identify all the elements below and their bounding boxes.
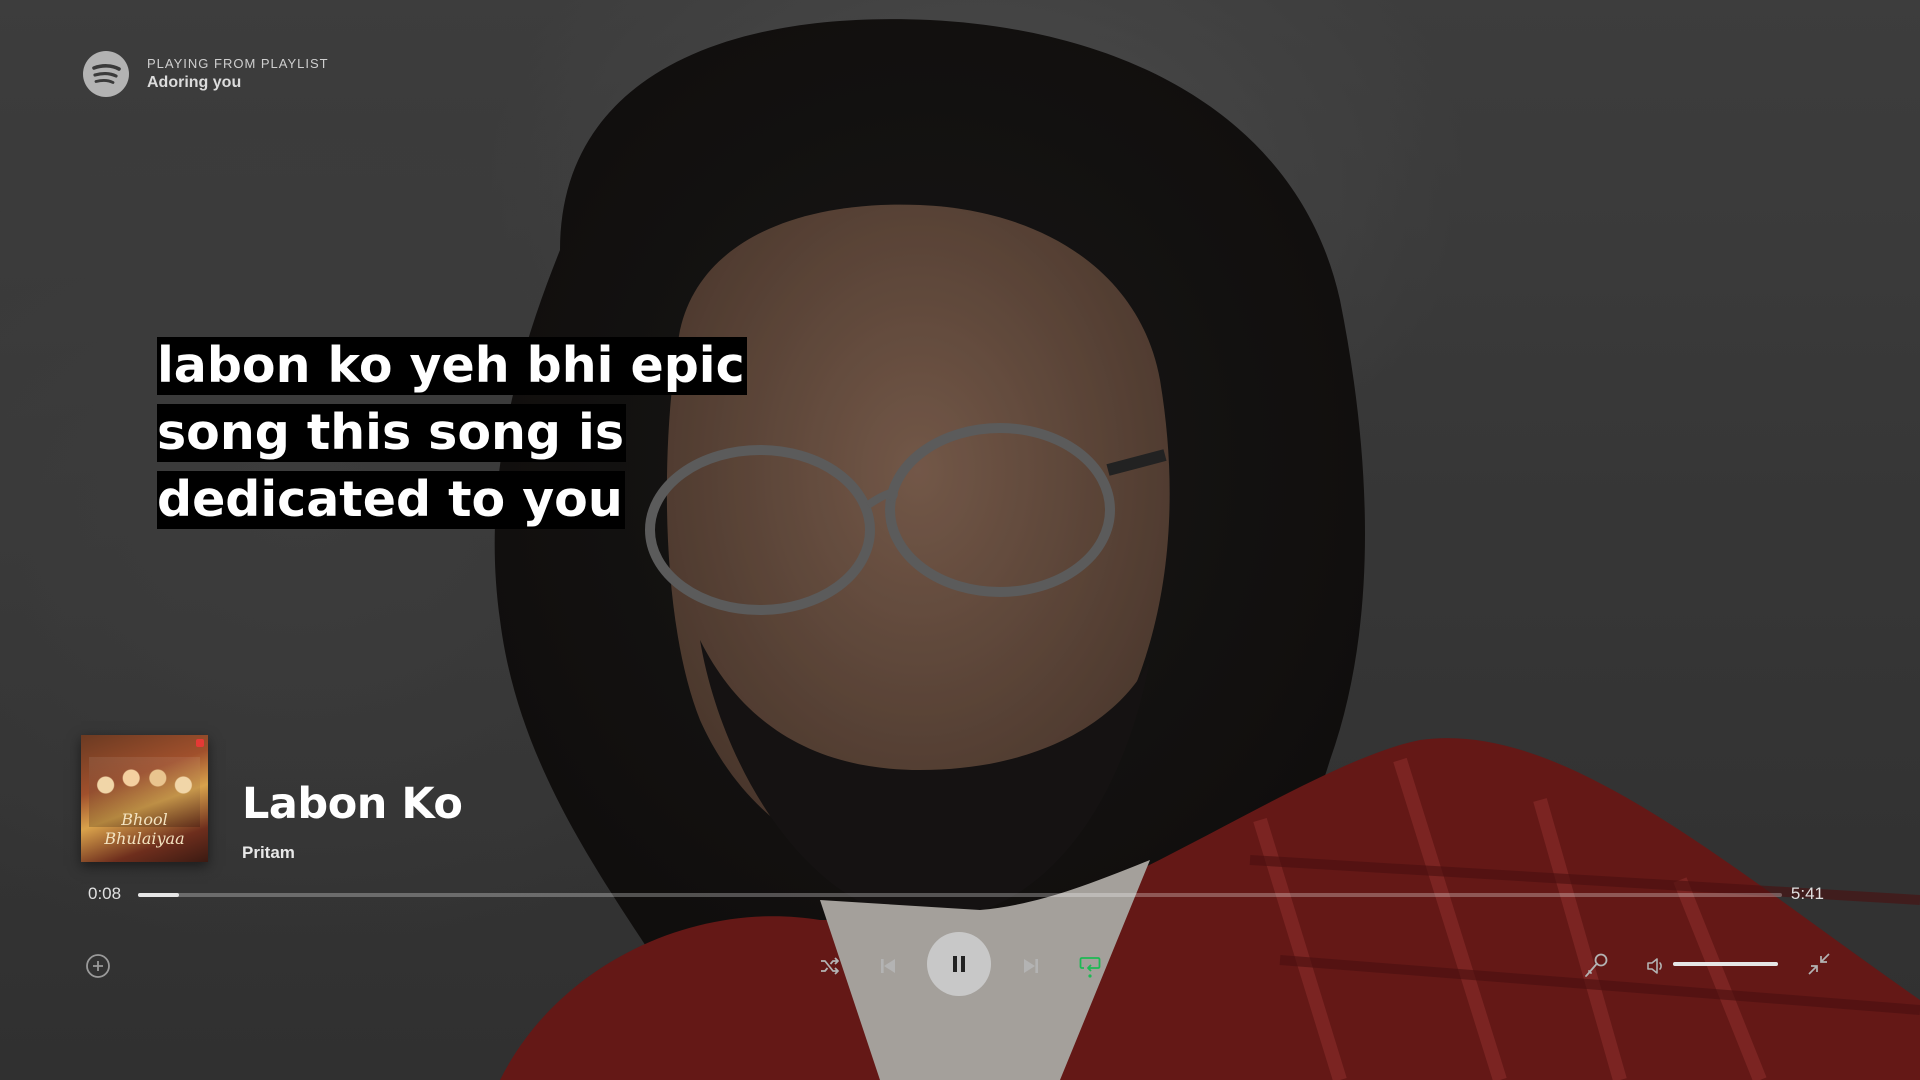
track-artist[interactable]: Pritam xyxy=(242,843,295,863)
lyrics-panel: labon ko yeh bhi epic song this song is … xyxy=(157,337,747,538)
playing-from-label: PLAYING FROM PLAYLIST xyxy=(147,56,329,71)
pause-button[interactable] xyxy=(927,932,991,996)
track-title[interactable]: Labon Ko xyxy=(242,779,463,829)
album-cover-title: Bhool Bhulaiyaa xyxy=(104,810,185,848)
progress-bar-fill xyxy=(138,893,180,897)
next-track-button[interactable] xyxy=(1016,951,1046,981)
dim-overlay xyxy=(0,0,1920,1080)
microphone-icon xyxy=(1585,953,1608,977)
skip-previous-icon xyxy=(881,959,895,973)
exit-fullscreen-button[interactable] xyxy=(1803,948,1835,980)
lyric-line: labon ko yeh bhi epic xyxy=(157,337,747,395)
volume-icon xyxy=(1647,958,1662,974)
repeat-icon xyxy=(1079,957,1101,978)
fullscreen-player: PLAYING FROM PLAYLIST Adoring you labon … xyxy=(0,0,1920,1080)
lyric-line: dedicated to you xyxy=(157,471,625,529)
volume-button[interactable] xyxy=(1641,951,1671,981)
lyrics-button[interactable] xyxy=(1580,949,1612,981)
progress-bar[interactable] xyxy=(138,893,1782,897)
label-badge xyxy=(196,739,204,747)
playing-from-header: PLAYING FROM PLAYLIST Adoring you xyxy=(83,51,329,97)
add-circle-icon xyxy=(86,954,110,978)
previous-track-button[interactable] xyxy=(873,951,903,981)
total-duration: 5:41 xyxy=(1790,884,1824,903)
pause-icon xyxy=(953,956,965,972)
shuffle-button[interactable] xyxy=(815,951,845,981)
spotify-icon[interactable] xyxy=(83,51,129,97)
volume-slider[interactable] xyxy=(1673,962,1778,966)
album-cover[interactable]: Bhool Bhulaiyaa xyxy=(81,735,208,862)
shuffle-icon xyxy=(821,957,839,975)
elapsed-time: 0:08 xyxy=(88,884,122,903)
playlist-name-link[interactable]: Adoring you xyxy=(147,74,329,92)
repeat-button[interactable] xyxy=(1075,951,1105,981)
lyric-line: song this song is xyxy=(157,404,626,462)
volume-slider-fill xyxy=(1673,962,1778,966)
exit-fullscreen-icon xyxy=(1808,953,1830,975)
skip-next-icon xyxy=(1024,959,1038,973)
add-to-library-button[interactable] xyxy=(83,951,113,981)
